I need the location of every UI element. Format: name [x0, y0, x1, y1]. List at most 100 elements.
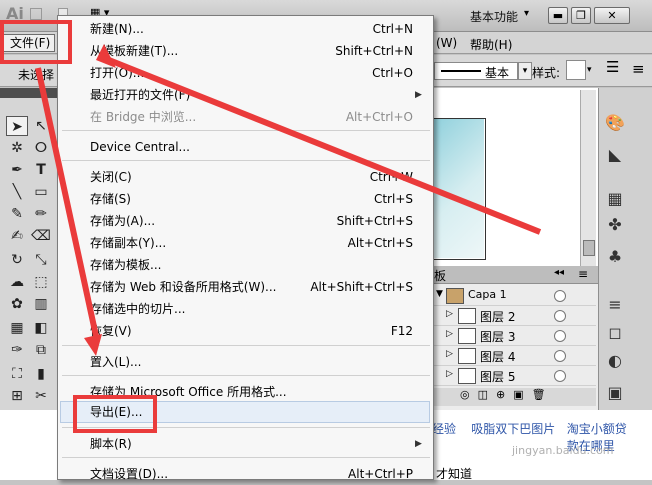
vertical-scrollbar[interactable]: [580, 90, 596, 266]
layers-panel-tab[interactable]: 板 ◂◂ ≡: [432, 266, 598, 284]
menu-item-new[interactable]: 新建(N)...: [90, 18, 144, 40]
new-sublayer-icon[interactable]: ⊕: [496, 388, 513, 401]
layer-name[interactable]: 图层 5: [480, 368, 515, 385]
slice-tool-icon[interactable]: ✂: [30, 386, 52, 406]
eraser-tool-icon[interactable]: ⌫: [30, 226, 52, 246]
layer-row[interactable]: ▷ 图层 3: [434, 326, 596, 346]
menu-item-open[interactable]: 打开(O)...: [90, 62, 144, 84]
warp-tool-icon[interactable]: ☁: [6, 272, 28, 292]
workspace-switcher[interactable]: 基本功能: [470, 8, 518, 25]
document-setup-icon[interactable]: ☰: [606, 58, 628, 82]
style-dropdown-icon[interactable]: ▾: [587, 60, 597, 80]
locate-object-icon[interactable]: ◎: [460, 388, 478, 401]
expand-triangle-icon[interactable]: ▷: [446, 329, 453, 339]
panel-menu-icon[interactable]: ≡: [632, 60, 648, 80]
menu-item-save-as[interactable]: 存储为(A)...: [90, 210, 155, 232]
appearance-panel-icon[interactable]: ◻: [604, 322, 626, 344]
maximize-button[interactable]: ❐: [571, 7, 591, 24]
layer-row[interactable]: ▷ 图层 5: [434, 366, 596, 386]
new-layer-icon[interactable]: ▣: [513, 388, 531, 401]
menu-item-save[interactable]: 存储(S): [90, 188, 131, 210]
target-circle-icon[interactable]: [554, 310, 566, 322]
target-circle-icon[interactable]: [554, 370, 566, 382]
menu-help[interactable]: 帮助(H): [470, 36, 512, 53]
blend-tool-icon[interactable]: ⧉: [30, 340, 52, 360]
rectangle-tool-icon[interactable]: ▭: [30, 182, 52, 202]
free-transform-tool-icon[interactable]: ⬚: [30, 272, 52, 292]
lasso-tool-icon[interactable]: ⵔ: [30, 138, 52, 158]
menu-item-save-a-copy[interactable]: 存储副本(Y)...: [90, 232, 166, 254]
line-tool-icon[interactable]: ╲: [6, 182, 28, 202]
stroke-panel-icon[interactable]: ≡: [604, 294, 626, 316]
scale-tool-icon[interactable]: ⤡: [30, 250, 52, 270]
menu-item-new-from-template[interactable]: 从模板新建(T)...: [90, 40, 178, 62]
graphic-styles-panel-icon[interactable]: ▣: [604, 382, 626, 404]
expand-triangle-icon[interactable]: ▷: [446, 369, 453, 379]
artboard-tool-icon[interactable]: ⊞: [6, 386, 28, 406]
tools-panel-header[interactable]: [0, 88, 58, 98]
direct-selection-tool-icon[interactable]: ↖: [30, 116, 52, 136]
menu-item-save-selected-slices[interactable]: 存储选中的切片...: [90, 298, 185, 320]
menu-item-revert[interactable]: 恢复(V): [90, 320, 132, 342]
expand-triangle-icon[interactable]: ▷: [446, 309, 453, 319]
collapse-panel-icon[interactable]: ◂◂: [554, 267, 564, 278]
expand-triangle-icon[interactable]: ▷: [446, 349, 453, 359]
menu-item-save-for-web[interactable]: 存储为 Web 和设备所用格式(W)...: [90, 276, 276, 298]
stroke-dropdown-icon[interactable]: ▾: [518, 62, 532, 80]
menu-item-device-central[interactable]: Device Central...: [90, 136, 190, 158]
menu-item-place[interactable]: 置入(L)...: [90, 351, 142, 373]
layer-name[interactable]: 图层 3: [480, 328, 515, 345]
eyedropper-tool-icon[interactable]: ✑: [6, 340, 28, 360]
layer-thumbnail: [458, 368, 476, 384]
layers-panel-icon[interactable]: ◐: [604, 350, 626, 372]
menu-item-save-as-template[interactable]: 存储为模板...: [90, 254, 161, 276]
menu-item-close[interactable]: 关闭(C): [90, 166, 132, 188]
layer-name[interactable]: 图层 2: [480, 308, 515, 325]
blob-brush-tool-icon[interactable]: ✍: [6, 226, 28, 246]
delete-layer-icon[interactable]: 🗑: [532, 388, 554, 401]
pen-tool-icon[interactable]: ✒: [6, 160, 28, 180]
layer-name[interactable]: Capa 1: [468, 288, 507, 301]
layer-row[interactable]: ▼ Capa 1: [434, 286, 596, 306]
target-circle-icon[interactable]: [554, 350, 566, 362]
paintbrush-tool-icon[interactable]: ✎: [6, 204, 28, 224]
swatches-panel-icon[interactable]: ▦: [604, 188, 626, 210]
pencil-tool-icon[interactable]: ✏: [30, 204, 52, 224]
related-link[interactable]: 吸脂双下巴图片: [471, 422, 555, 436]
layer-row[interactable]: ▷ 图层 2: [434, 306, 596, 326]
layer-name[interactable]: 图层 4: [480, 348, 515, 365]
br-icon[interactable]: [30, 8, 42, 20]
menu-separator: [62, 160, 430, 161]
color-panel-icon[interactable]: 🎨: [604, 112, 626, 134]
menu-window[interactable]: (W): [436, 36, 457, 50]
menu-item-open-recent[interactable]: 最近打开的文件(F): [90, 84, 190, 106]
expand-triangle-icon[interactable]: ▼: [436, 289, 443, 299]
magic-wand-tool-icon[interactable]: ✲: [6, 138, 28, 158]
gradient-panel-icon[interactable]: ◣: [604, 144, 626, 166]
gradient-tool-icon[interactable]: ◧: [30, 318, 52, 338]
menu-item-document-setup[interactable]: 文档设置(D)...: [90, 463, 168, 485]
stroke-profile-field[interactable]: 基本: [434, 62, 518, 80]
type-tool-icon[interactable]: T: [30, 160, 52, 180]
target-circle-icon[interactable]: [554, 290, 566, 302]
layers-panel-menu-icon[interactable]: ≡: [578, 267, 588, 281]
symbol-sprayer-tool-icon[interactable]: ✿: [6, 294, 28, 314]
brushes-panel-icon[interactable]: ✤: [604, 214, 626, 236]
column-graph-tool-icon[interactable]: ▮: [30, 364, 52, 384]
related-link[interactable]: 经验: [432, 422, 456, 436]
symbols-panel-icon[interactable]: ♣: [604, 246, 626, 268]
scrollbar-thumb[interactable]: [583, 240, 595, 256]
style-swatch[interactable]: [566, 60, 586, 80]
make-clipping-mask-icon[interactable]: ◫: [478, 388, 496, 401]
mesh-tool-icon[interactable]: ▦: [6, 318, 28, 338]
selection-tool-icon[interactable]: ➤: [6, 116, 28, 136]
menu-item-scripts[interactable]: 脚本(R): [90, 433, 132, 455]
graph-tool-icon[interactable]: ▥: [30, 294, 52, 314]
minimize-button[interactable]: ▬: [548, 7, 568, 24]
layer-row[interactable]: ▷ 图层 4: [434, 346, 596, 366]
target-circle-icon[interactable]: [554, 330, 566, 342]
close-button[interactable]: ✕: [594, 7, 630, 24]
workspace-dropdown-icon[interactable]: ▾: [524, 8, 529, 19]
live-paint-tool-icon[interactable]: ⛶: [6, 364, 28, 384]
rotate-tool-icon[interactable]: ↻: [6, 250, 28, 270]
